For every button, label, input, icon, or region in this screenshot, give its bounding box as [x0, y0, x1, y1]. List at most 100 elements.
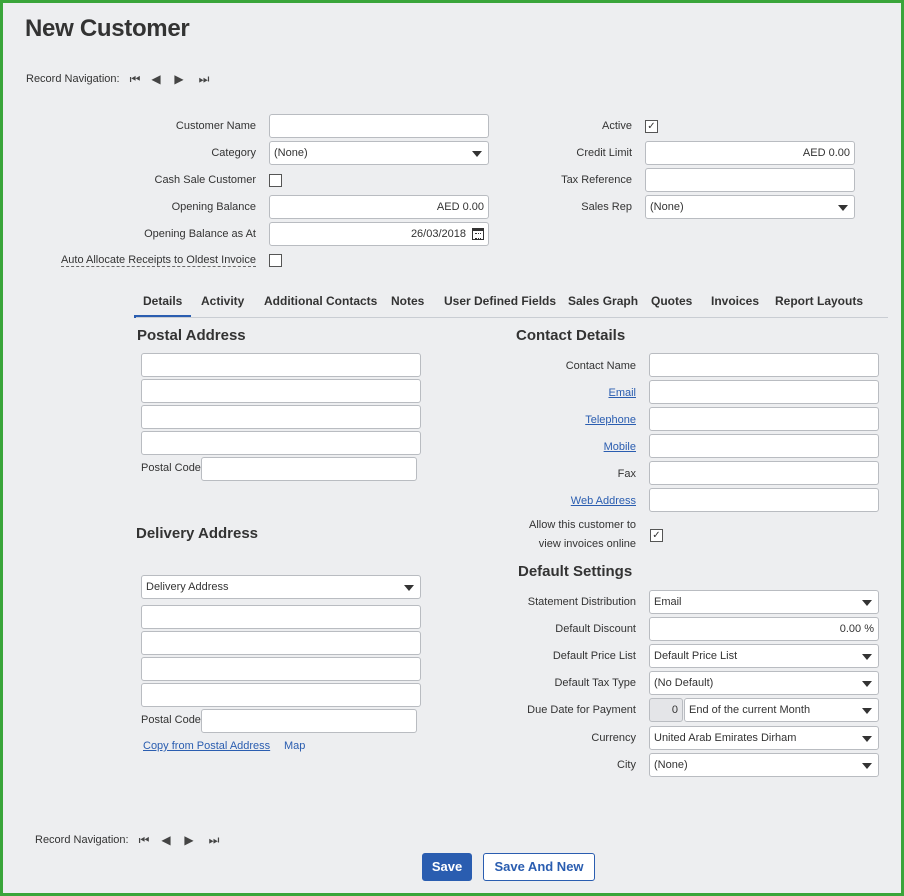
mobile-input[interactable]: [649, 434, 879, 458]
delivery-address-line-2[interactable]: [141, 631, 421, 655]
save-button[interactable]: Save: [422, 853, 472, 881]
contact-name-input[interactable]: [649, 353, 879, 377]
default-price-list-label: Default Price List: [552, 650, 636, 662]
next-record-icon[interactable]: ▶: [182, 833, 196, 847]
email-input[interactable]: [649, 380, 879, 404]
customer-name-input[interactable]: [269, 114, 489, 138]
auto-allocate-label: Auto Allocate Receipts to Oldest Invoice: [60, 254, 256, 267]
statement-distribution-label: Statement Distribution: [527, 596, 636, 608]
due-date-select[interactable]: End of the current Month: [684, 698, 879, 722]
customer-name-label: Customer Name: [175, 120, 256, 132]
delivery-address-heading: Delivery Address: [136, 525, 259, 542]
telephone-input[interactable]: [649, 407, 879, 431]
next-record-icon[interactable]: ▶: [172, 72, 186, 86]
due-date-days-input[interactable]: 0: [649, 698, 683, 722]
active-label: Active: [602, 120, 632, 132]
map-link[interactable]: Map: [284, 740, 305, 752]
credit-limit-label: Credit Limit: [576, 147, 632, 159]
web-address-link[interactable]: Web Address: [571, 495, 636, 507]
postal-address-line-3[interactable]: [141, 405, 421, 429]
city-select[interactable]: (None): [649, 753, 879, 777]
cash-sale-customer-label: Cash Sale Customer: [154, 174, 257, 186]
opening-balance-input[interactable]: AED 0.00: [269, 195, 489, 219]
fax-label: Fax: [617, 468, 636, 480]
tab-quotes[interactable]: Quotes: [642, 290, 701, 318]
previous-record-icon[interactable]: ◀: [149, 72, 163, 86]
last-record-icon[interactable]: ⏭: [197, 72, 211, 86]
allow-online-label-line-1: Allow this customer to: [529, 519, 636, 531]
opening-balance-date-input[interactable]: 26/03/2018: [269, 222, 489, 246]
tab-activity[interactable]: Activity: [192, 290, 253, 318]
save-and-new-button[interactable]: Save And New: [483, 853, 595, 881]
delivery-address-line-4[interactable]: [141, 683, 421, 707]
opening-balance-as-at-label: Opening Balance as At: [144, 228, 256, 240]
last-record-icon[interactable]: ⏭: [207, 833, 221, 847]
delivery-address-line-1[interactable]: [141, 605, 421, 629]
tax-reference-label: Tax Reference: [561, 174, 632, 186]
due-date-value: End of the current Month: [689, 704, 811, 716]
due-date-label: Due Date for Payment: [527, 704, 636, 716]
opening-balance-date-value: 26/03/2018: [410, 228, 466, 240]
chevron-down-icon: [862, 654, 872, 660]
statement-distribution-select[interactable]: Email: [649, 590, 879, 614]
postal-address-line-1[interactable]: [141, 353, 421, 377]
delivery-address-line-3[interactable]: [141, 657, 421, 681]
mobile-link[interactable]: Mobile: [604, 441, 636, 453]
email-link[interactable]: Email: [608, 387, 636, 399]
postal-address-line-2[interactable]: [141, 379, 421, 403]
delivery-address-select[interactable]: Delivery Address: [141, 575, 421, 599]
default-settings-heading: Default Settings: [518, 563, 633, 580]
default-tax-type-select[interactable]: (No Default): [649, 671, 879, 695]
category-select[interactable]: (None): [269, 141, 489, 165]
tab-sales-graph[interactable]: Sales Graph: [559, 290, 647, 318]
currency-label: Currency: [591, 732, 636, 744]
allow-online-checkbox[interactable]: ✓: [650, 529, 663, 542]
currency-select[interactable]: United Arab Emirates Dirham: [649, 726, 879, 750]
default-tax-type-value: (No Default): [654, 677, 714, 689]
fax-input[interactable]: [649, 461, 879, 485]
tab-invoices[interactable]: Invoices: [702, 290, 768, 318]
chevron-down-icon: [862, 736, 872, 742]
tab-additional-contacts[interactable]: Additional Contacts: [255, 290, 386, 318]
first-record-icon[interactable]: ⏮: [137, 833, 151, 847]
sales-rep-label: Sales Rep: [581, 201, 632, 213]
active-checkbox[interactable]: ✓: [645, 120, 658, 133]
postal-code-label: Postal Code: [141, 462, 201, 474]
copy-from-postal-address-link[interactable]: Copy from Postal Address: [143, 740, 270, 752]
default-discount-input[interactable]: 0.00 %: [649, 617, 879, 641]
contact-name-label: Contact Name: [565, 360, 636, 372]
postal-address-heading: Postal Address: [137, 327, 246, 344]
category-value: (None): [274, 147, 308, 159]
chevron-down-icon: [862, 600, 872, 606]
default-discount-label: Default Discount: [555, 623, 636, 635]
first-record-icon[interactable]: ⏮: [128, 72, 142, 86]
allow-online-label-line-2: view invoices online: [538, 538, 636, 550]
default-price-list-value: Default Price List: [654, 650, 738, 662]
credit-limit-input[interactable]: AED 0.00: [645, 141, 855, 165]
tab-notes[interactable]: Notes: [382, 290, 433, 318]
previous-record-icon[interactable]: ◀: [159, 833, 173, 847]
tab-details[interactable]: Details: [134, 290, 192, 318]
tax-reference-input[interactable]: [645, 168, 855, 192]
record-navigation-label-bottom: Record Navigation:: [35, 834, 129, 846]
postal-address-line-4[interactable]: [141, 431, 421, 455]
web-address-input[interactable]: [649, 488, 879, 512]
sales-rep-select[interactable]: (None): [645, 195, 855, 219]
chevron-down-icon: [862, 708, 872, 714]
chevron-down-icon: [404, 585, 414, 591]
calendar-icon[interactable]: [472, 228, 484, 240]
default-price-list-select[interactable]: Default Price List: [649, 644, 879, 668]
opening-balance-label: Opening Balance: [171, 201, 256, 213]
telephone-link[interactable]: Telephone: [585, 414, 636, 426]
sales-rep-value: (None): [650, 201, 684, 213]
tab-report-layouts[interactable]: Report Layouts: [766, 290, 872, 318]
auto-allocate-checkbox[interactable]: [269, 254, 282, 267]
chevron-down-icon: [862, 763, 872, 769]
postal-code-input[interactable]: [201, 457, 417, 481]
tab-user-defined-fields[interactable]: User Defined Fields: [435, 290, 565, 318]
contact-details-heading: Contact Details: [516, 327, 626, 344]
cash-sale-customer-checkbox[interactable]: [269, 174, 282, 187]
delivery-postal-code-input[interactable]: [201, 709, 417, 733]
category-label: Category: [211, 147, 256, 159]
chevron-down-icon: [838, 205, 848, 211]
